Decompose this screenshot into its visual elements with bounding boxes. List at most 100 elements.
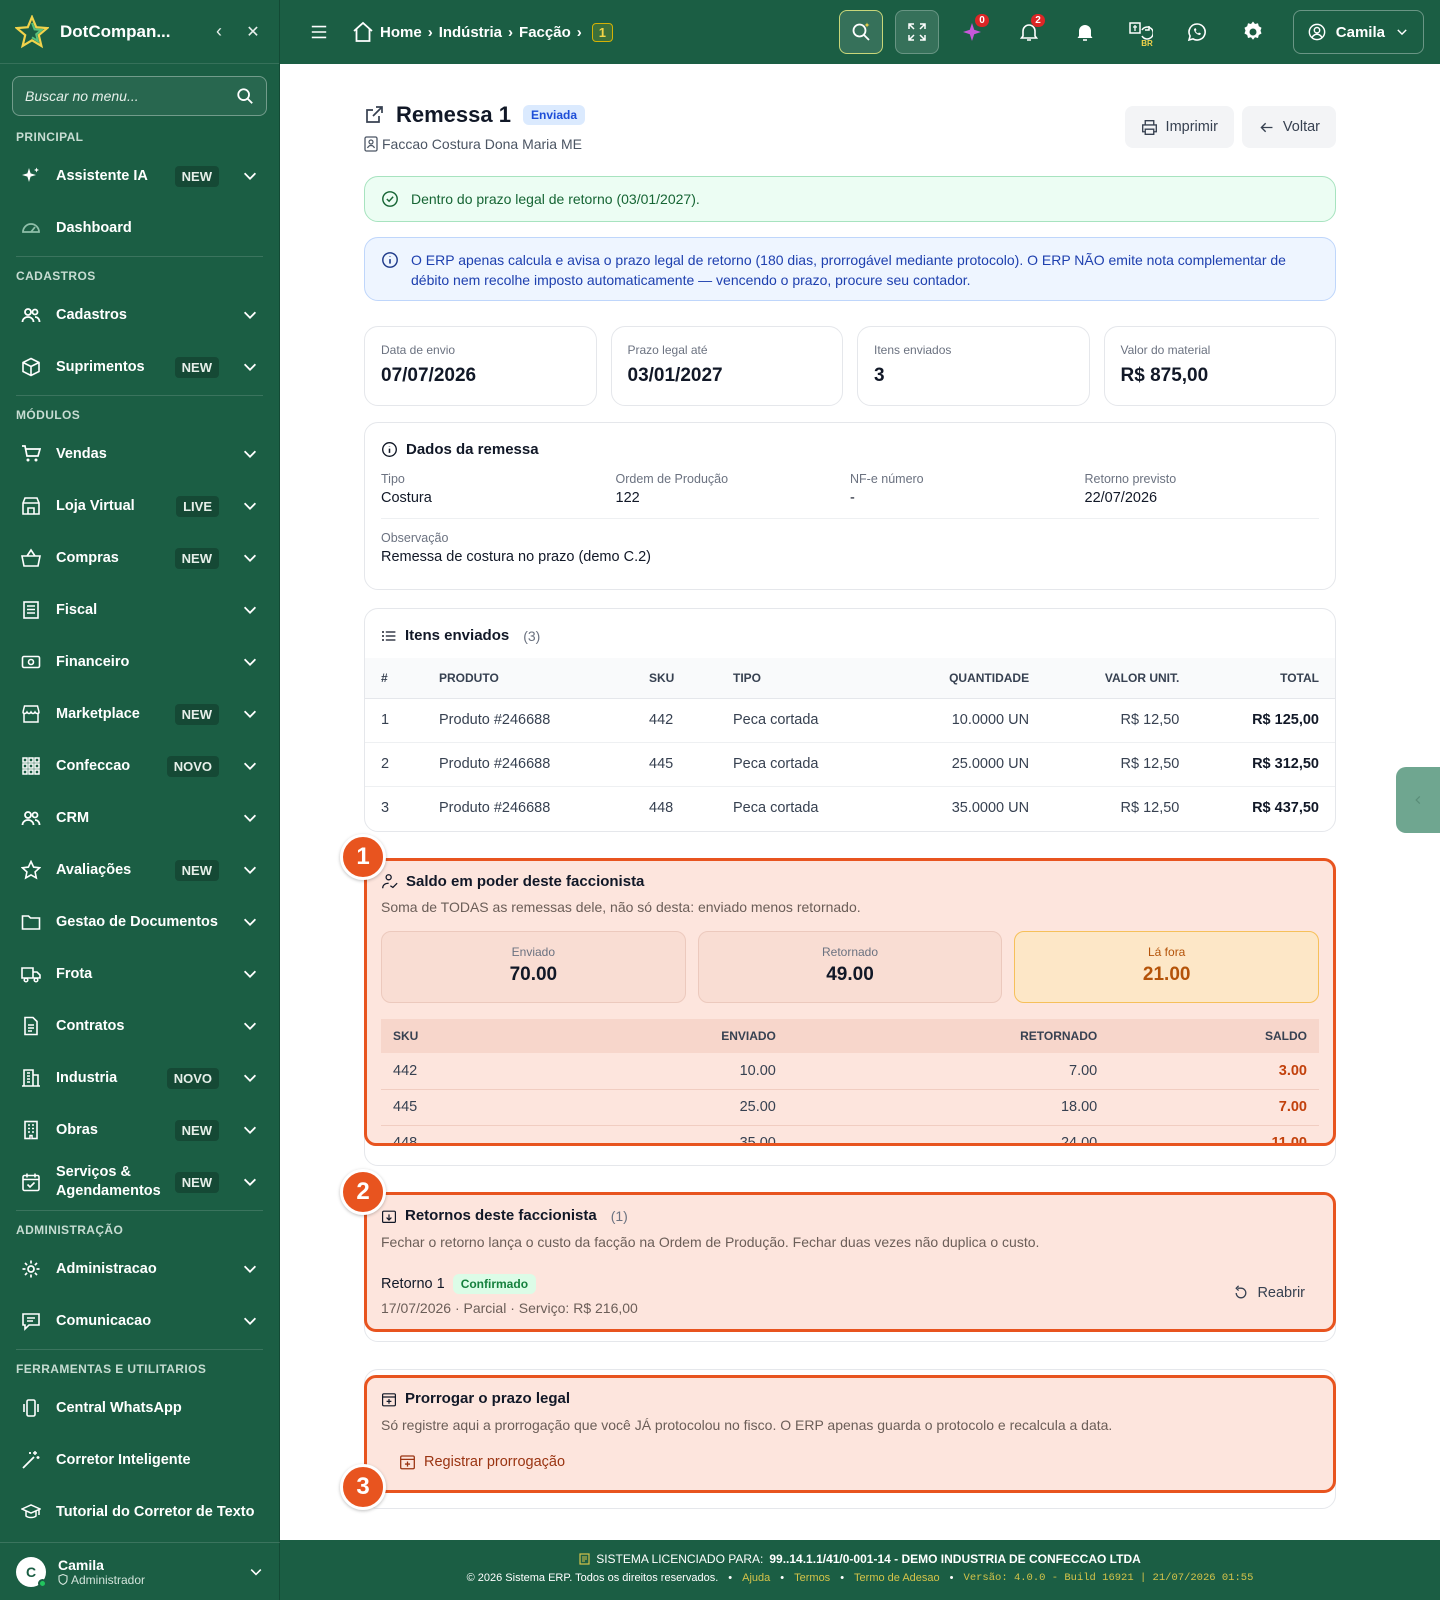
column-header: SKU bbox=[633, 658, 717, 699]
table-row[interactable]: 2 Produto #246688 445 Peca cortada 25.00… bbox=[365, 742, 1335, 787]
user-menu-button[interactable]: Camila bbox=[1292, 10, 1424, 54]
gauge-icon bbox=[20, 217, 42, 239]
table-cell: 10.0000 UN bbox=[887, 698, 1046, 743]
register-extension-label: Registrar prorrogação bbox=[424, 1453, 566, 1470]
sidebar-item-vendas[interactable]: Vendas bbox=[0, 428, 279, 480]
sidebar-item-avaliacoes[interactable]: Avaliações NEW bbox=[0, 844, 279, 896]
sidebar-item-label-line2: Agendamentos bbox=[55, 1183, 161, 1199]
sidebar-item-frota[interactable]: Frota bbox=[0, 948, 279, 1000]
register-extension-button[interactable]: Registrar prorrogação bbox=[399, 1453, 1319, 1470]
table-row[interactable]: 3 Produto #246688 448 Peca cortada 35.00… bbox=[365, 786, 1335, 830]
sidebar-item-loja-virtual[interactable]: Loja Virtual LIVE bbox=[0, 480, 279, 532]
fullscreen-button[interactable] bbox=[894, 10, 939, 54]
chevron-left-icon bbox=[1415, 795, 1421, 805]
sidebar-item-dashboard[interactable]: Dashboard bbox=[0, 202, 279, 254]
breadcrumb-faccao[interactable]: Facção bbox=[519, 24, 571, 41]
terms-link[interactable]: Termos bbox=[794, 1572, 830, 1584]
sidebar-item-industria[interactable]: Industria NOVO bbox=[0, 1052, 279, 1104]
rotate-ccw-icon bbox=[1235, 1285, 1247, 1299]
print-label: Imprimir bbox=[1165, 119, 1218, 135]
side-panel-toggle[interactable] bbox=[1396, 767, 1440, 833]
column-header: VALOR UNIT. bbox=[1045, 658, 1196, 699]
table-cell: 445 bbox=[633, 742, 717, 787]
reopen-button[interactable]: Reabrir bbox=[1233, 1285, 1305, 1301]
stats-row: Data de envio 07/07/2026 Prazo legal até 0… bbox=[364, 326, 1336, 406]
sidebar-item-administracao[interactable]: Administracao bbox=[0, 1243, 279, 1295]
list-icon bbox=[382, 630, 396, 641]
sidebar-item-assistente-ia[interactable]: Assistente IA NEW bbox=[0, 150, 279, 202]
external-link-icon[interactable] bbox=[364, 105, 384, 125]
sidebar-item-contratos[interactable]: Contratos bbox=[0, 1000, 279, 1052]
alerts-button[interactable] bbox=[1063, 10, 1107, 54]
calendar-check-icon bbox=[20, 1171, 42, 1193]
shop-icon bbox=[20, 703, 42, 725]
column-header: SKU bbox=[381, 1019, 538, 1053]
close-icon[interactable]: ✕ bbox=[241, 22, 265, 42]
whatsapp-button[interactable] bbox=[1175, 10, 1219, 54]
table-cell: Peca cortada bbox=[717, 742, 887, 787]
stat-card: Data de envio 07/07/2026 bbox=[364, 326, 597, 406]
ai-assistant-button[interactable]: 0 bbox=[951, 10, 995, 54]
sidebar-item-tutorial[interactable]: Tutorial do Corretor de Texto bbox=[0, 1486, 279, 1538]
sidebar-item-central-whatsapp[interactable]: Central WhatsApp bbox=[0, 1382, 279, 1434]
back-button[interactable]: Voltar bbox=[1241, 106, 1336, 148]
help-link[interactable]: Ajuda bbox=[742, 1572, 770, 1584]
truck-icon bbox=[20, 963, 42, 985]
chevron-down-icon bbox=[243, 172, 257, 180]
sidebar-item-corretor[interactable]: Corretor Inteligente bbox=[0, 1434, 279, 1486]
sidebar-item-cadastros[interactable]: Cadastros bbox=[0, 289, 279, 341]
sidebar-item-label: Financeiro bbox=[56, 653, 130, 670]
sidebar-item-fiscal[interactable]: Fiscal bbox=[0, 584, 279, 636]
stat-value: 3 bbox=[874, 365, 885, 386]
print-button[interactable]: Imprimir bbox=[1124, 106, 1234, 148]
notifications-button[interactable]: 2 bbox=[1007, 10, 1051, 54]
receipt-icon bbox=[20, 599, 42, 621]
table-cell: Peca cortada bbox=[733, 800, 819, 817]
balance-table: SKU ENVIADO RETORNADO SALDO 442 10.00 7.00… bbox=[381, 1019, 1319, 1143]
hamburger-menu-icon[interactable] bbox=[310, 23, 328, 41]
table-cell: Produto #246688 bbox=[439, 800, 551, 817]
sidebar-item-suprimentos[interactable]: Suprimentos NEW bbox=[0, 341, 279, 393]
sidebar-item-comunicacao[interactable]: Comunicacao bbox=[0, 1295, 279, 1347]
adhesion-terms-link[interactable]: Termo de Adesao bbox=[854, 1572, 940, 1584]
sidebar: DotCompan... ‹ ✕ PRINCIPAL Assistente IA… bbox=[0, 0, 280, 1600]
sidebar-item-label: Corretor Inteligente bbox=[56, 1451, 191, 1468]
settings-button[interactable] bbox=[1231, 10, 1275, 54]
balance-enviado: Enviado 70.00 bbox=[381, 931, 686, 1003]
card-title: Saldo em poder deste faccionista bbox=[406, 873, 645, 890]
sidebar-search-input[interactable] bbox=[25, 88, 236, 104]
card-description: Soma de TODAS as remessas dele, não só d… bbox=[381, 899, 861, 915]
card-description: Só registre aqui a prorrogação que você … bbox=[381, 1417, 1113, 1433]
sidebar-item-label: Loja Virtual bbox=[56, 497, 135, 514]
sidebar-item-financeiro[interactable]: Financeiro bbox=[0, 636, 279, 688]
chevron-down-icon[interactable] bbox=[248, 1564, 264, 1580]
balance-la-fora: Lá fora 21.00 bbox=[1014, 931, 1320, 1003]
sidebar-item-label: Marketplace bbox=[56, 705, 140, 722]
topbar: Home › Indústria › Facção › 1 0 2 BR Cam… bbox=[280, 0, 1440, 64]
collapse-sidebar-icon[interactable]: ‹ bbox=[207, 21, 231, 42]
breadcrumb-industria[interactable]: Indústria bbox=[439, 24, 502, 41]
sidebar-user[interactable]: C Camila Administrador bbox=[0, 1542, 280, 1600]
shield-icon bbox=[58, 1574, 68, 1585]
chevron-down-icon bbox=[243, 1265, 257, 1273]
language-button[interactable]: BR bbox=[1119, 10, 1163, 54]
sidebar-item-compras[interactable]: Compras NEW bbox=[0, 532, 279, 584]
sidebar-item-marketplace[interactable]: Marketplace NEW bbox=[0, 688, 279, 740]
table-cell: 25.00 bbox=[537, 1089, 788, 1126]
column-header: TIPO bbox=[717, 658, 887, 699]
new-badge: NEW bbox=[174, 165, 219, 187]
search-icon[interactable] bbox=[236, 87, 254, 105]
user-hand-icon bbox=[382, 874, 398, 889]
table-row[interactable]: 1 Produto #246688 442 Peca cortada 10.00… bbox=[365, 698, 1335, 743]
sidebar-item-obras[interactable]: Obras NEW bbox=[0, 1104, 279, 1156]
sidebar-item-servicos[interactable]: Serviços & Agendamentos NEW bbox=[0, 1156, 279, 1208]
smart-search-button[interactable] bbox=[838, 10, 883, 54]
sidebar-item-confeccao[interactable]: Confeccao NOVO bbox=[0, 740, 279, 792]
info-circle-icon bbox=[382, 252, 398, 268]
sidebar-item-gestao-documentos[interactable]: Gestao de Documentos bbox=[0, 896, 279, 948]
status-badge: Enviada bbox=[522, 105, 586, 125]
sidebar-item-crm[interactable]: CRM bbox=[0, 792, 279, 844]
breadcrumb-home[interactable]: Home bbox=[380, 24, 422, 41]
return-title[interactable]: Retorno 1 bbox=[381, 1276, 445, 1292]
breadcrumb-separator: › bbox=[508, 23, 514, 41]
